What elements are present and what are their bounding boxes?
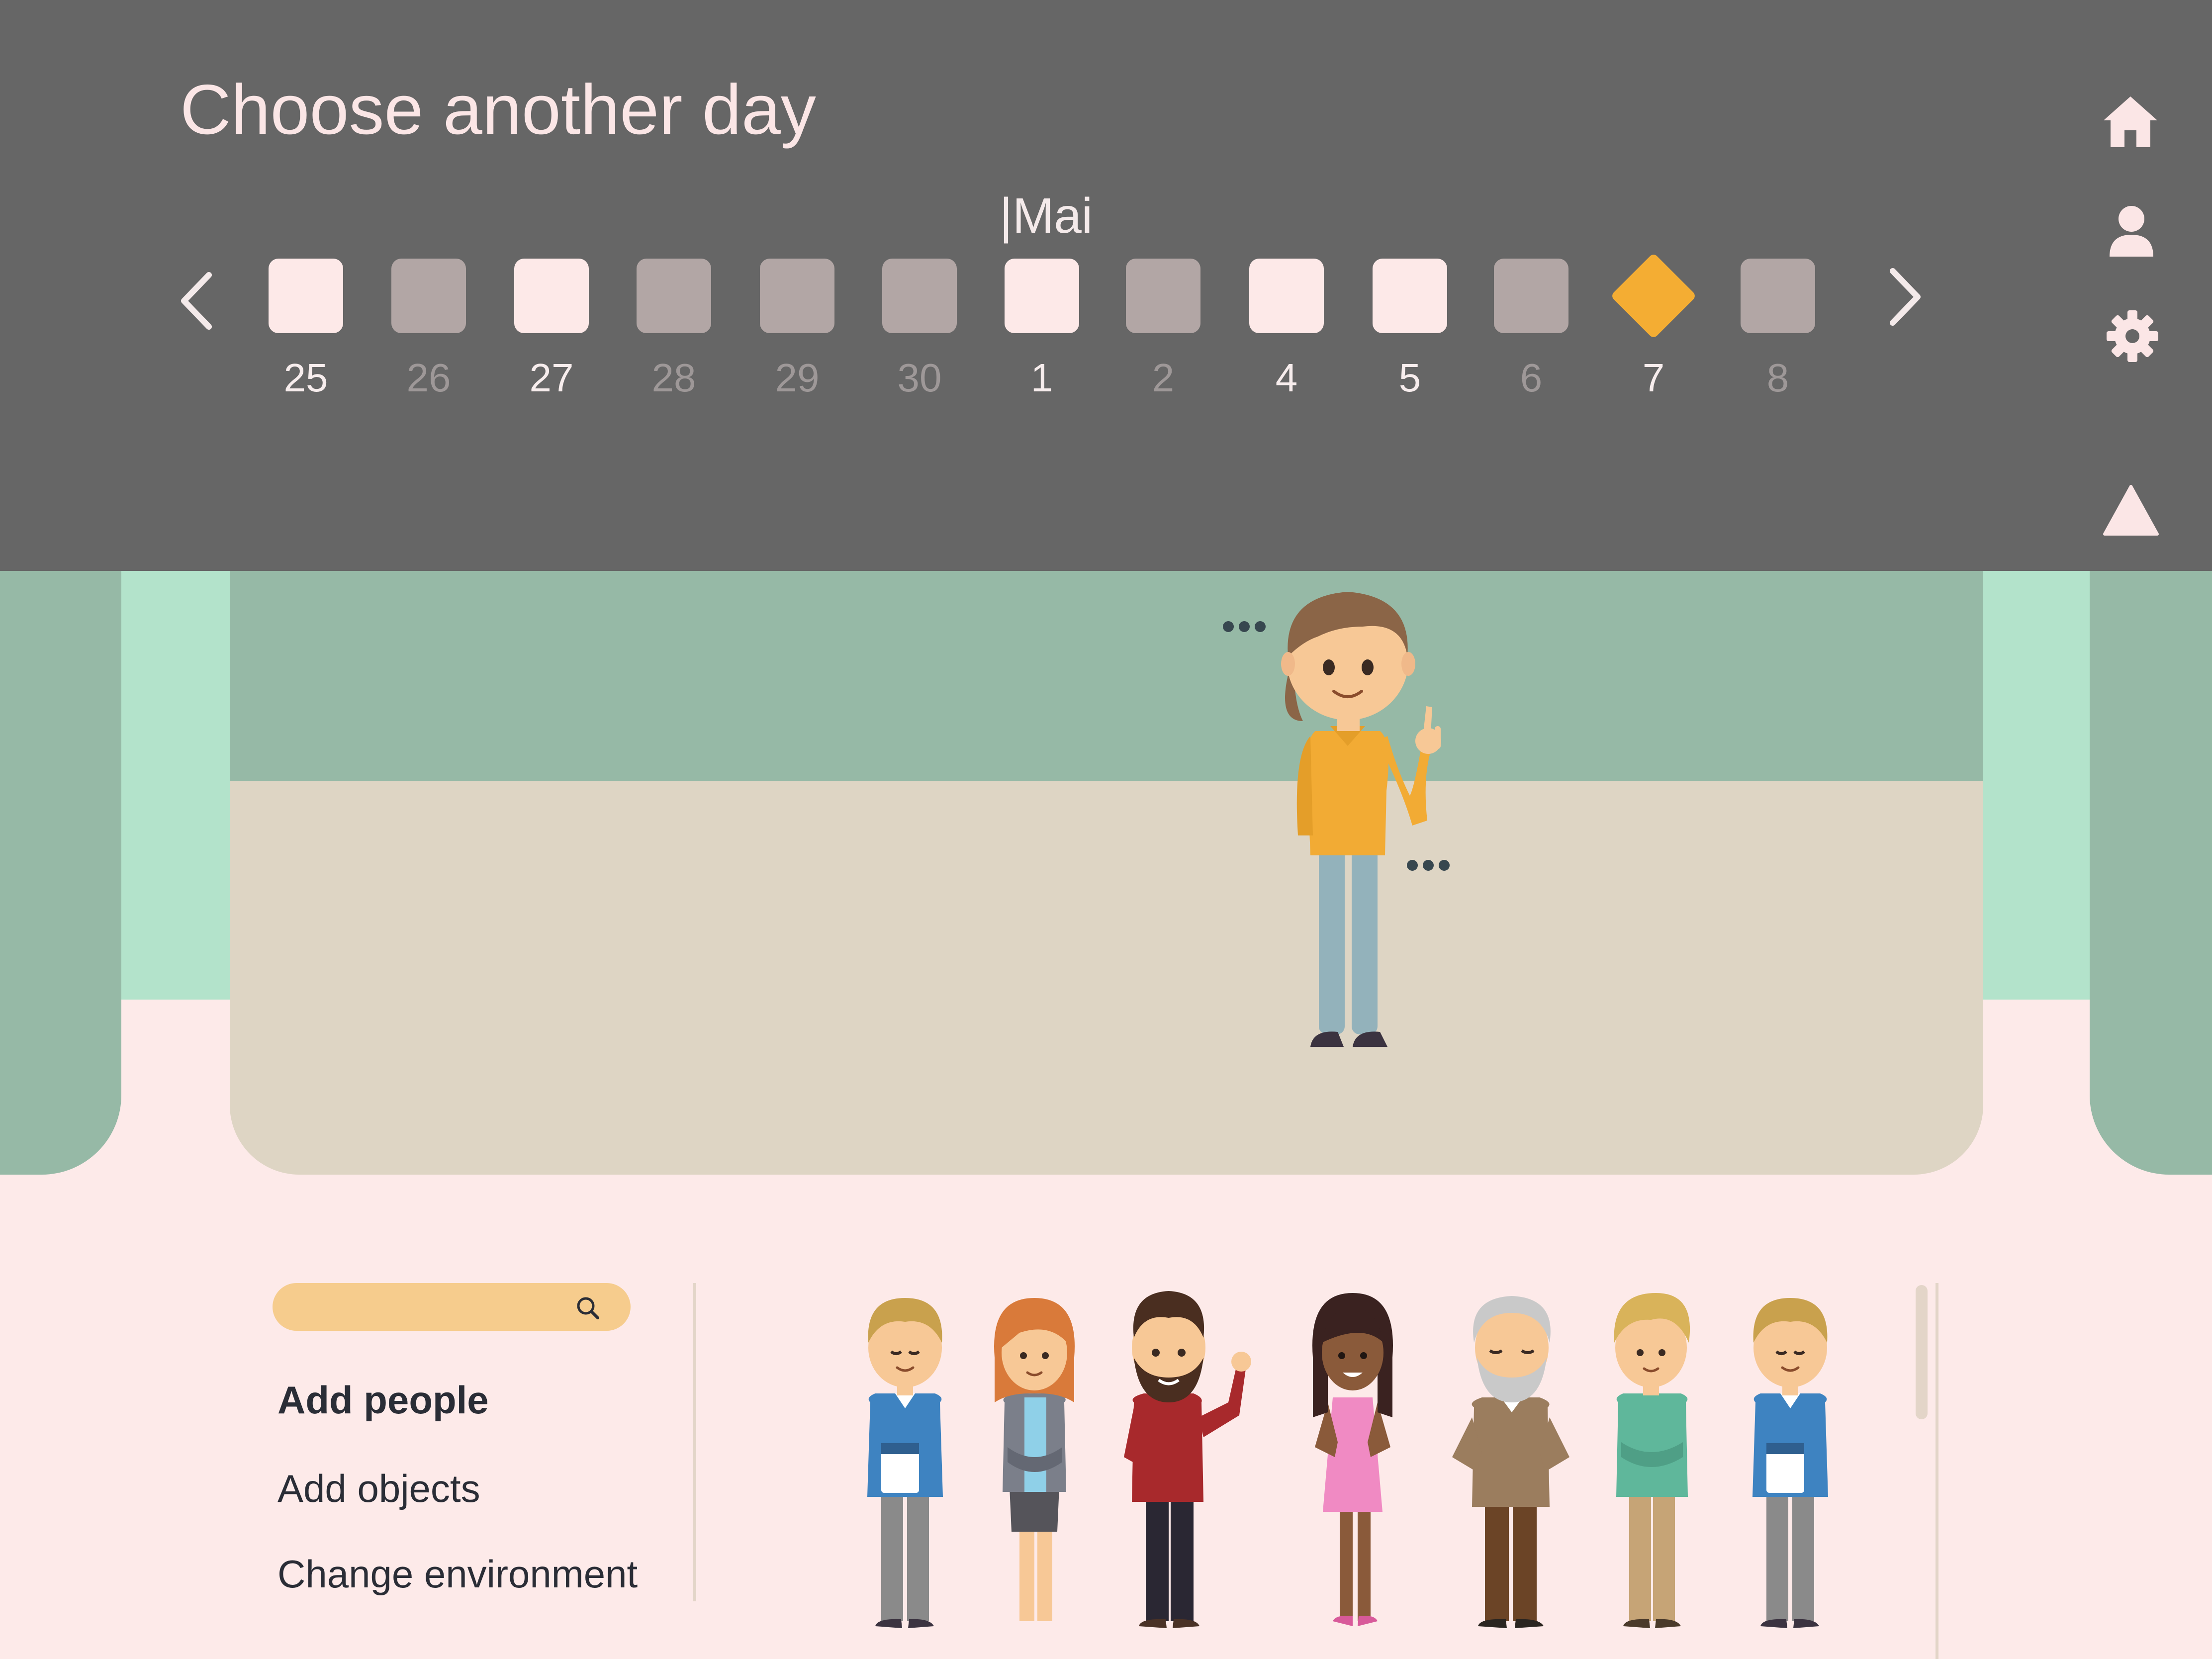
- scene-back-wall: [230, 547, 1983, 781]
- day-30: 30: [882, 259, 957, 398]
- menu-divider: [693, 1283, 696, 1601]
- person-man-blue-sweater[interactable]: [1731, 1278, 1850, 1631]
- day-28: 28: [637, 259, 711, 398]
- menu-add-objects[interactable]: Add objects: [277, 1469, 480, 1508]
- day-1[interactable]: 1: [1005, 259, 1079, 398]
- people-list-scroll-track: [1936, 1283, 1938, 1659]
- day-label: 27: [529, 356, 574, 400]
- day-box: [514, 259, 589, 333]
- day-label: 2: [1152, 356, 1175, 400]
- chevron-right-icon[interactable]: [1883, 262, 1928, 332]
- search-icon[interactable]: [575, 1295, 601, 1321]
- scene-right-pillar: [2090, 547, 2212, 1175]
- search-bar[interactable]: [273, 1283, 631, 1332]
- day-label: 26: [406, 356, 451, 400]
- day-5[interactable]: 5: [1373, 259, 1447, 398]
- day-box: [1494, 259, 1568, 333]
- collapse-triangle-icon[interactable]: [2103, 484, 2159, 536]
- day-label: 5: [1398, 356, 1421, 400]
- day-25[interactable]: 25: [269, 259, 343, 398]
- day-8: 8: [1741, 259, 1815, 398]
- day-box: [1249, 259, 1324, 333]
- day-label: 1: [1030, 356, 1053, 400]
- people-list: [816, 1278, 1860, 1636]
- scene-left-pillar: [0, 547, 121, 1175]
- day-box: [1373, 259, 1447, 333]
- search-input[interactable]: [292, 1283, 573, 1332]
- menu-change-environment[interactable]: Change environment: [277, 1555, 638, 1593]
- home-icon[interactable]: [2102, 94, 2159, 149]
- chevron-left-icon[interactable]: [174, 266, 219, 336]
- scene-room: [230, 547, 1983, 1175]
- person-elderly-man[interactable]: [1442, 1278, 1581, 1631]
- menu-add-people[interactable]: Add people: [277, 1381, 489, 1419]
- month-label: |Mai: [1000, 188, 1093, 244]
- selected-day-diamond: [1610, 253, 1697, 339]
- day-label: 6: [1520, 356, 1543, 400]
- people-list-scrollbar[interactable]: [1916, 1285, 1928, 1419]
- day-4[interactable]: 4: [1249, 259, 1324, 398]
- day-7-selected[interactable]: 7: [1610, 253, 1697, 398]
- day-box: [1005, 259, 1079, 333]
- day-6: 6: [1494, 259, 1568, 398]
- day-box: [882, 259, 957, 333]
- character-menu-dots-icon[interactable]: [1223, 621, 1266, 632]
- day-box: [637, 259, 711, 333]
- day-label: 29: [775, 356, 820, 400]
- day-27[interactable]: 27: [514, 259, 589, 398]
- day-label: 25: [283, 356, 328, 400]
- day-2: 2: [1126, 259, 1200, 398]
- user-icon[interactable]: [2108, 203, 2155, 258]
- day-box: [1126, 259, 1200, 333]
- scene-right-wall: [1983, 547, 2090, 1000]
- day-label: 7: [1642, 356, 1665, 400]
- day-26: 26: [391, 259, 466, 398]
- person-bearded-man[interactable]: [1104, 1278, 1253, 1631]
- day-box: [1741, 259, 1815, 333]
- person-blue-sweater-man[interactable]: [845, 1278, 965, 1631]
- scene-character-woman[interactable]: [1213, 557, 1482, 1069]
- person-woman-pink-dress[interactable]: [1293, 1278, 1412, 1631]
- scene-left-wall: [121, 547, 230, 1000]
- day-box: [391, 259, 466, 333]
- person-red-haired-woman[interactable]: [975, 1278, 1094, 1631]
- day-box: [269, 259, 343, 333]
- day-label: 30: [897, 356, 942, 400]
- day-label: 4: [1275, 356, 1298, 400]
- character-menu-dots-icon[interactable]: [1407, 860, 1450, 871]
- panel-title: Choose another day: [180, 70, 816, 149]
- day-29: 29: [760, 259, 834, 398]
- day-box: [760, 259, 834, 333]
- day-label: 28: [651, 356, 696, 400]
- gear-icon[interactable]: [2106, 309, 2159, 363]
- person-blond-man-teal-shirt[interactable]: [1591, 1278, 1711, 1631]
- day-label: 8: [1766, 356, 1789, 400]
- day-picker-panel: Choose another day |Mai 25 26 27 28 29 3…: [0, 0, 2212, 571]
